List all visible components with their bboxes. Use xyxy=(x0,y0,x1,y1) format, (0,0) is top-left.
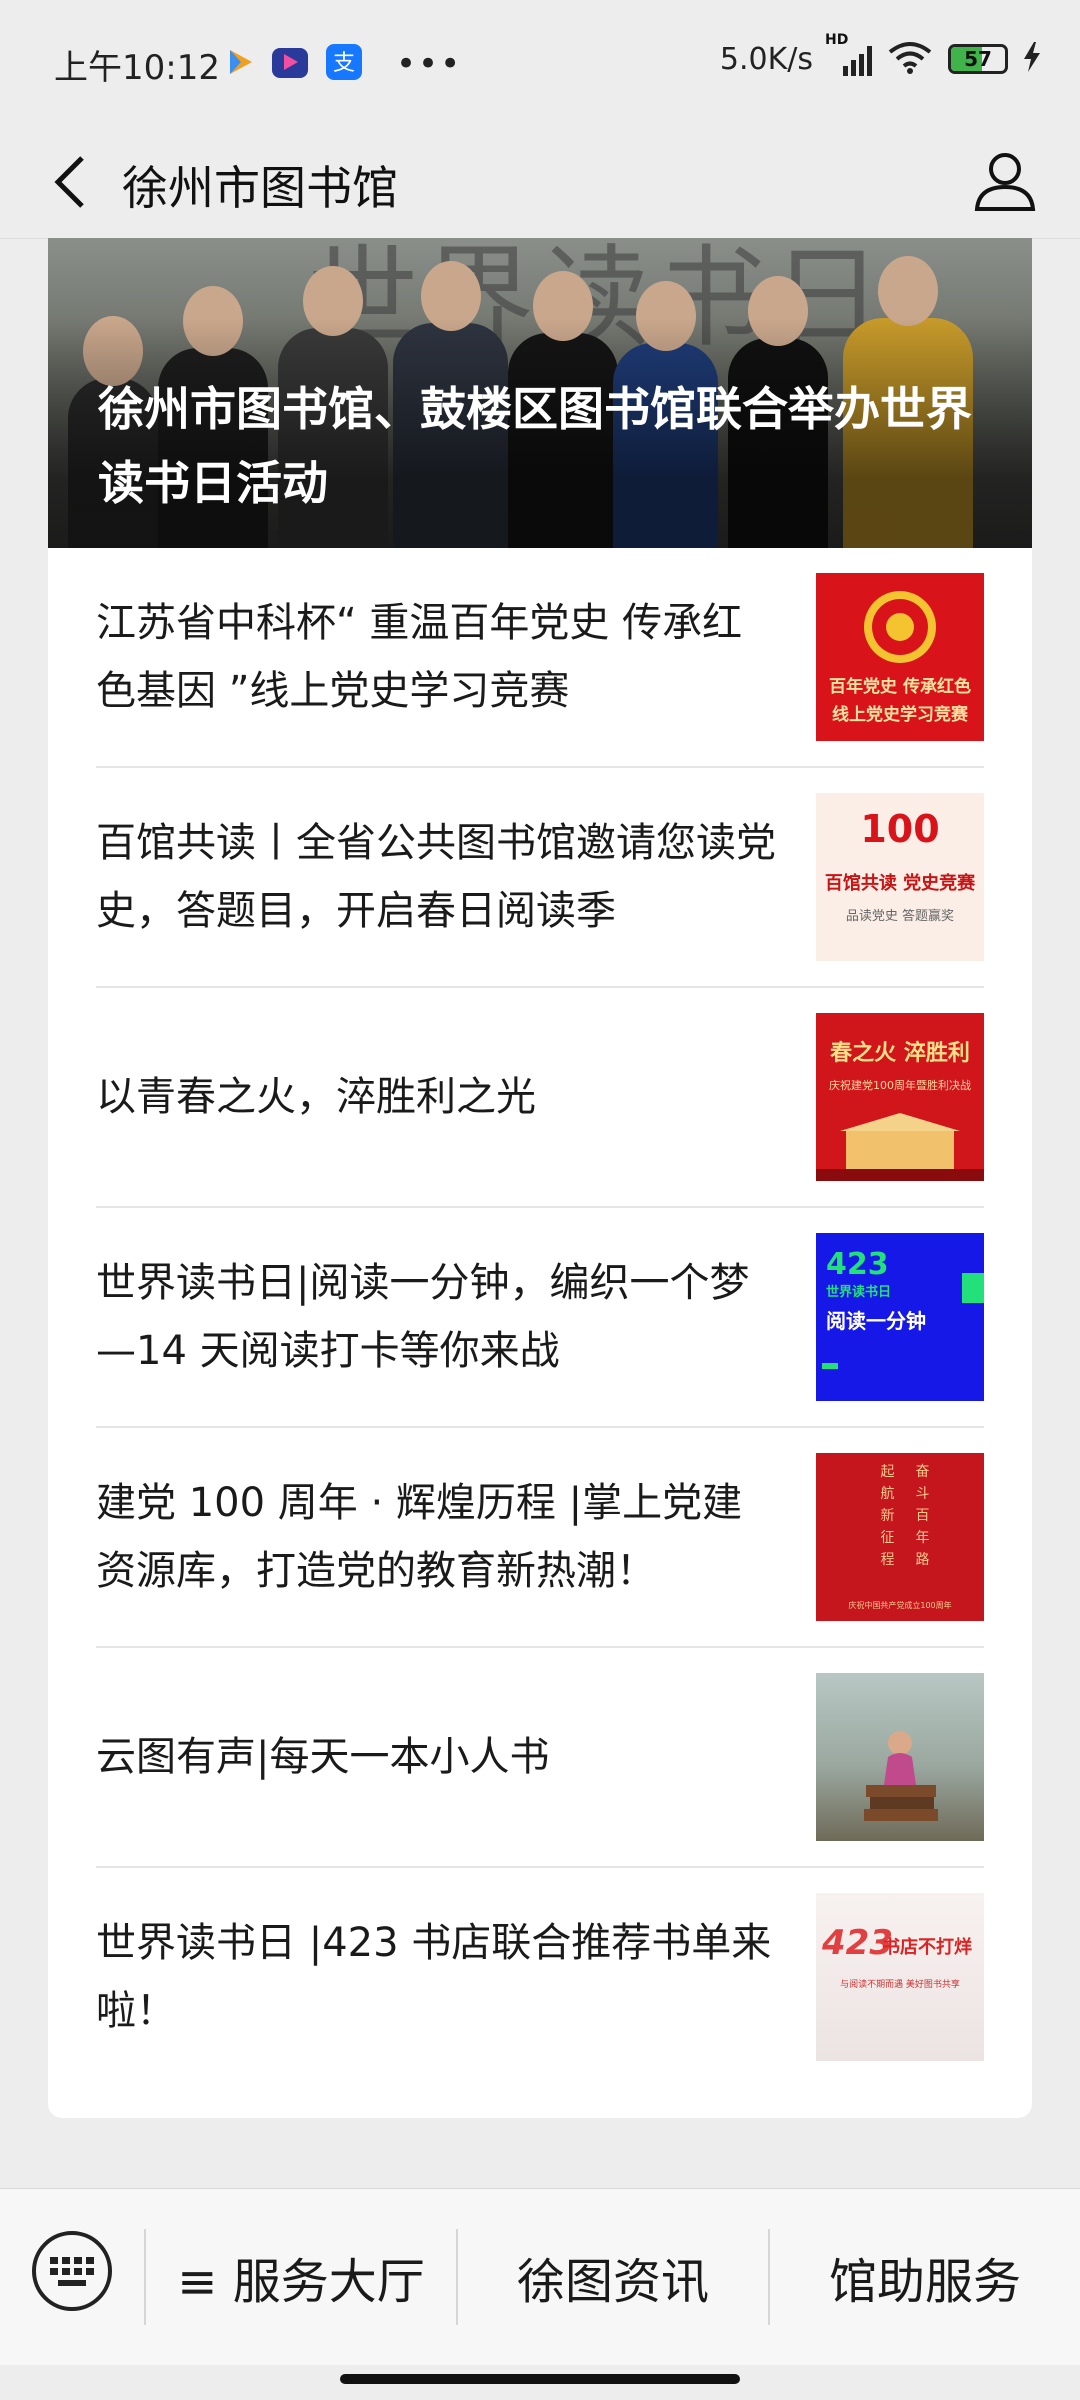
list-item[interactable]: 江苏省中科杯“ 重温百年党史 传承红色基因 ”线上党史学习竞赛 百年党史 传承红… xyxy=(96,548,984,768)
thumb-text: 新 xyxy=(880,1508,895,1524)
list-item[interactable]: 以青春之火，淬胜利之光 春之火 淬胜利 庆祝建党100周年暨胜利决战 xyxy=(96,988,984,1208)
battery-icon: 57 xyxy=(948,44,1008,74)
featured-article[interactable]: 世界读书日 徐州市图书馆、鼓楼区图书馆联合举办世界读书日活动 xyxy=(48,238,1032,548)
thumb-text: 百馆共读 党史竞赛 xyxy=(824,873,976,894)
list-item[interactable]: 世界读书日 |423 书店联合推荐书单来啦！ 423 书店不打烊 与阅读不期而遇… xyxy=(96,1868,984,2086)
news-title: 以青春之火，淬胜利之光 xyxy=(96,1074,536,1120)
thumb-text: 阅读一分钟 xyxy=(826,1309,926,1333)
list-item[interactable]: 世界读书日|阅读一分钟，编织一个梦 —14 天阅读打卡等你来战 423 世界读书… xyxy=(96,1208,984,1428)
article-card: 世界读书日 徐州市图书馆、鼓楼区图书馆联合举办世界读书日活动 江苏省中科杯“ 重… xyxy=(48,238,1032,2118)
thumb-text: 航 xyxy=(880,1486,895,1502)
list-item[interactable]: 百馆共读丨全省公共图书馆邀请您读党史，答题目，开启春日阅读季 100 百馆共读 … xyxy=(96,768,984,988)
thumb-text: 程 xyxy=(880,1552,895,1568)
home-indicator[interactable] xyxy=(340,2374,740,2384)
menu-service-hall[interactable]: ≡ 服务大厅 xyxy=(146,2237,456,2317)
wifi-icon xyxy=(888,40,932,78)
news-thumbnail: 423 世界读书日 阅读一分钟 xyxy=(816,1233,984,1401)
status-time: 上午10:12 xyxy=(54,48,220,88)
news-thumbnail: 春之火 淬胜利 庆祝建党100周年暨胜利决战 xyxy=(816,1013,984,1181)
news-title: 江苏省中科杯“ 重温百年党史 传承红色基因 ”线上党史学习竞赛 xyxy=(96,600,743,714)
alipay-app-icon: 支 xyxy=(324,42,364,86)
thumb-text: 春之火 淬胜利 xyxy=(830,1041,970,1066)
chevron-left-icon xyxy=(54,156,84,208)
thumb-text: 斗 xyxy=(915,1486,930,1502)
news-title: 云图有声|每天一本小人书 xyxy=(96,1734,550,1780)
page-title: 徐州市图书馆 xyxy=(122,161,398,215)
thumb-text: 百 xyxy=(915,1508,930,1524)
thumb-text: 庆祝中国共产党成立100周年 xyxy=(848,1601,952,1610)
news-thumbnail xyxy=(816,1673,984,1841)
status-bar: 上午10:12 支 ••• 5.0K/s HD 57 xyxy=(0,0,1080,128)
menu-library-news[interactable]: 徐图资讯 xyxy=(458,2237,768,2317)
thumb-text: 品读党史 答题赢奖 xyxy=(845,909,955,924)
news-title: 建党 100 周年 · 辉煌历程 |掌上党建资源库，打造党的教育新热潮！ xyxy=(96,1480,743,1594)
keyboard-icon xyxy=(32,2231,112,2311)
thumb-text: 庆祝建党100周年暨胜利决战 xyxy=(829,1079,971,1092)
news-thumbnail: 起 奋 航 斗 新 百 征 年 程 路 庆祝中国共产党成立100周年 xyxy=(816,1453,984,1621)
thumb-text: 书店不打烊 xyxy=(882,1937,972,1958)
thumb-text: 世界读书日 xyxy=(826,1285,892,1300)
news-list: 江苏省中科杯“ 重温百年党史 传承红色基因 ”线上党史学习竞赛 百年党史 传承红… xyxy=(48,548,1032,2086)
thumb-text: 征 xyxy=(880,1530,895,1546)
charging-icon xyxy=(1024,42,1040,76)
thumb-text: 与阅读不期而遇 美好图书共享 xyxy=(840,1980,960,1990)
battery-level: 57 xyxy=(964,47,992,71)
status-right-group: 5.0K/s HD 57 xyxy=(719,32,1040,78)
bilibili-app-icon xyxy=(270,42,310,86)
thumb-text: 年 xyxy=(915,1530,930,1546)
thumb-text: 路 xyxy=(915,1552,930,1568)
news-thumbnail: 百年党史 传承红色 线上党史学习竞赛 xyxy=(816,573,984,741)
keyboard-toggle-button[interactable] xyxy=(30,2229,114,2313)
svg-text:支: 支 xyxy=(333,51,355,76)
user-icon xyxy=(974,153,1036,211)
list-item[interactable]: 云图有声|每天一本小人书 xyxy=(96,1648,984,1868)
more-notifications-icon: ••• xyxy=(396,44,463,84)
featured-title: 徐州市图书馆、鼓楼区图书馆联合举办世界读书日活动 xyxy=(98,382,972,510)
nav-bar: 徐州市图书馆 xyxy=(0,128,1080,239)
news-title: 百馆共读丨全省公共图书馆邀请您读党史，答题目，开启春日阅读季 xyxy=(96,820,776,934)
back-button[interactable] xyxy=(34,146,106,218)
thumb-text: 423 xyxy=(826,1247,889,1282)
cellular-signal-icon: HD xyxy=(825,32,872,76)
news-title: 世界读书日|阅读一分钟，编织一个梦 —14 天阅读打卡等你来战 xyxy=(96,1260,750,1374)
news-title: 世界读书日 |423 书店联合推荐书单来啦！ xyxy=(96,1920,772,2034)
net-speed: 5.0K/s xyxy=(719,41,813,77)
profile-button[interactable] xyxy=(964,140,1046,222)
thumb-text: 起 xyxy=(880,1464,895,1480)
list-item[interactable]: 建党 100 周年 · 辉煌历程 |掌上党建资源库，打造党的教育新热潮！ 起 奋… xyxy=(96,1428,984,1648)
news-thumbnail: 100 百馆共读 党史竞赛 品读党史 答题赢奖 xyxy=(816,793,984,961)
menu-assist-service[interactable]: 馆助服务 xyxy=(770,2237,1080,2317)
thumb-text: 线上党史学习竞赛 xyxy=(832,705,968,725)
video-app-icon xyxy=(222,45,256,83)
status-notification-icons: 支 ••• xyxy=(222,42,462,86)
news-thumbnail: 423 书店不打烊 与阅读不期而遇 美好图书共享 xyxy=(816,1893,984,2061)
thumb-text: 100 xyxy=(860,807,940,851)
thumb-text: 百年党史 传承红色 xyxy=(829,677,971,697)
thumb-text: 奋 xyxy=(915,1464,930,1480)
network-tag: HD xyxy=(825,32,849,48)
bottom-menu: ≡ 服务大厅 徐图资讯 馆助服务 xyxy=(0,2188,1080,2365)
